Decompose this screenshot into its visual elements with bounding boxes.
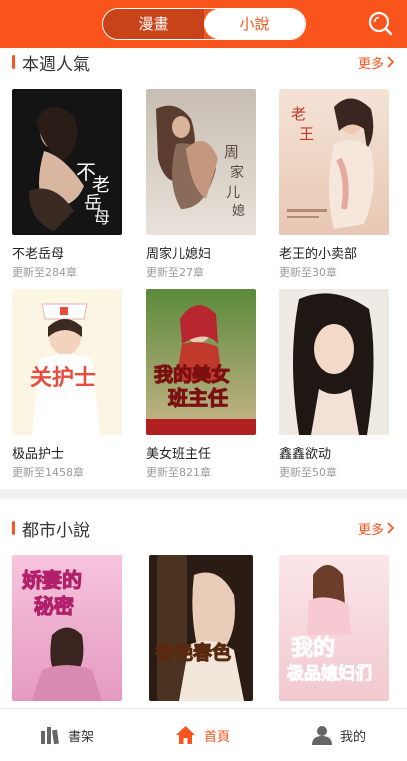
book-card[interactable]: 我的美女 班主任 美女班主任 更新至821章	[146, 289, 258, 480]
book-card[interactable]: 娇妻的 秘密	[12, 555, 124, 701]
section-title-text: 本週人氣	[22, 54, 90, 75]
section-marker	[12, 55, 15, 69]
book-update: 更新至821章	[146, 466, 211, 479]
book-cover[interactable]: 我的 极品媳妇们	[279, 555, 389, 701]
book-title: 极品护士	[12, 447, 65, 462]
book-cover[interactable]: 关护士	[12, 289, 122, 435]
chevron-right-icon	[387, 522, 395, 534]
book-title: 美女班主任	[146, 447, 212, 462]
section-divider	[0, 489, 407, 499]
svg-text:我的美女: 我的美女	[154, 363, 230, 386]
book-cover[interactable]: 老 王	[279, 89, 389, 235]
book-cover[interactable]: 我的美女 班主任	[146, 289, 256, 435]
book-title: 鑫鑫欲动	[279, 447, 332, 462]
book-card[interactable]: 关护士 极品护士 更新至1458章	[12, 289, 124, 480]
user-icon	[312, 726, 332, 745]
book-card[interactable]: 不 老 岳 母 不老岳母 更新至284章	[12, 89, 124, 280]
book-card[interactable]: 鑫鑫欲动 更新至50章	[279, 289, 391, 480]
book-update: 更新至30章	[279, 266, 337, 279]
section-title-weekly-popular: 本週人氣	[12, 51, 90, 75]
chevron-right-icon	[387, 56, 395, 68]
svg-text:极品媳妇们: 极品媳妇们	[287, 663, 372, 684]
book-card[interactable]: 香艳春色	[149, 555, 261, 701]
book-card[interactable]: 老 王 老王的小卖部 更新至30章	[279, 89, 391, 280]
section-title-urban: 都市小說	[12, 517, 90, 541]
svg-text:香艳春色: 香艳春色	[154, 641, 231, 664]
svg-text:秘密: 秘密	[34, 594, 74, 618]
more-link-urban[interactable]: 更多	[358, 517, 395, 539]
book-update: 更新至1458章	[12, 466, 84, 479]
book-cover[interactable]: 香艳春色	[149, 555, 253, 701]
book-update: 更新至284章	[12, 266, 77, 279]
svg-text:儿: 儿	[226, 185, 240, 201]
book-cover[interactable]: 娇妻的 秘密	[12, 555, 122, 701]
book-update: 更新至27章	[146, 266, 204, 279]
book-cover[interactable]	[279, 289, 389, 435]
nav-bookshelf[interactable]: 書架	[40, 709, 94, 761]
bookshelf-icon	[41, 727, 59, 745]
svg-text:娇妻的: 娇妻的	[22, 568, 82, 592]
nav-label: 我的	[340, 729, 367, 745]
svg-text:家: 家	[230, 164, 244, 181]
svg-text:母: 母	[94, 208, 110, 227]
nav-profile[interactable]: 我的	[312, 709, 366, 761]
book-cover[interactable]: 不 老 岳 母	[12, 89, 122, 235]
svg-text:关护士: 关护士	[30, 366, 96, 391]
search-icon[interactable]	[367, 10, 393, 36]
more-label: 更多	[357, 56, 384, 72]
tab-comics[interactable]: 漫畫	[103, 9, 204, 39]
more-link-weekly[interactable]: 更多	[358, 51, 395, 73]
svg-text:王: 王	[299, 125, 314, 143]
svg-text:老: 老	[291, 105, 306, 123]
svg-text:周: 周	[224, 143, 239, 161]
tab-novels[interactable]: 小說	[204, 9, 305, 39]
book-title: 不老岳母	[12, 247, 65, 262]
svg-text:媳: 媳	[232, 203, 245, 219]
book-title: 老王的小卖部	[279, 247, 358, 262]
category-switch: 漫畫 小說	[102, 8, 306, 40]
top-header: 漫畫 小說	[0, 0, 407, 48]
book-cover[interactable]: 周 家 儿 媳	[146, 89, 256, 235]
section-marker	[12, 521, 15, 535]
book-title: 周家儿媳妇	[146, 247, 212, 262]
book-card[interactable]: 我的 极品媳妇们	[279, 555, 391, 701]
svg-text:我的: 我的	[291, 635, 335, 661]
nav-label: 書架	[68, 729, 95, 745]
book-card[interactable]: 周 家 儿 媳 周家儿媳妇 更新至27章	[146, 89, 258, 280]
home-icon	[176, 726, 195, 744]
more-label: 更多	[357, 522, 384, 538]
nav-home[interactable]: 首頁	[175, 709, 230, 761]
bottom-nav: 書架 首頁 我的	[0, 708, 407, 761]
book-update: 更新至50章	[279, 466, 337, 479]
section-title-text: 都市小說	[22, 520, 90, 541]
nav-label: 首頁	[204, 729, 231, 745]
svg-text:班主任: 班主任	[168, 386, 228, 410]
